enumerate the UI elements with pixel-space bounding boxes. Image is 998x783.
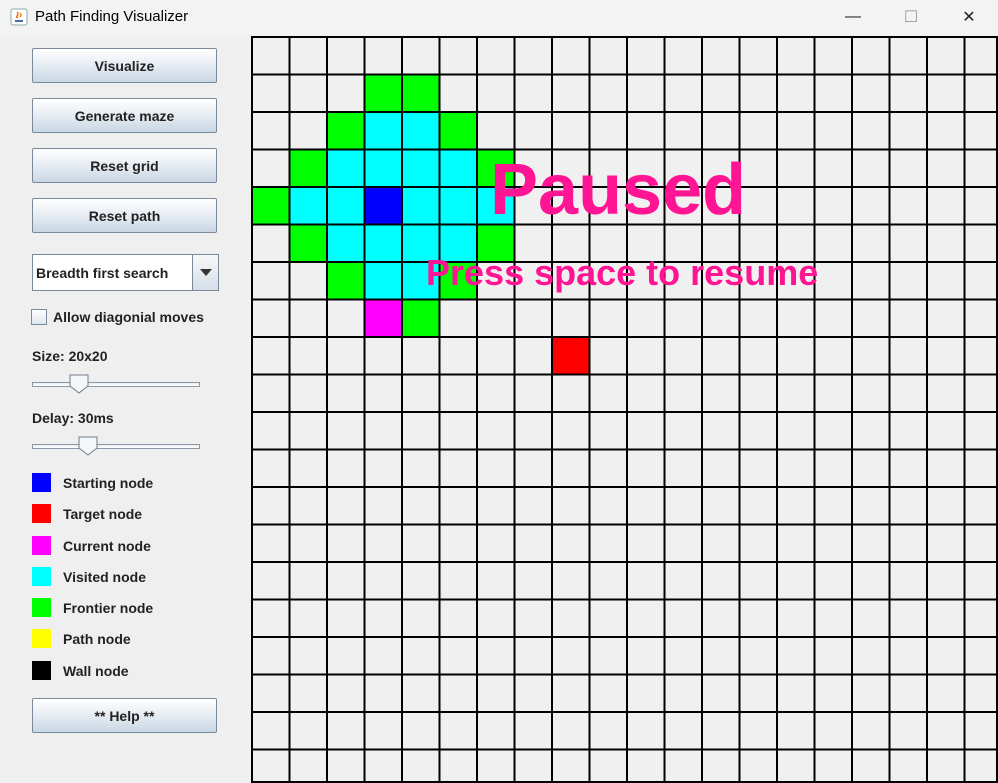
visited-cell[interactable] <box>363 261 402 299</box>
reset-grid-button[interactable]: Reset grid <box>32 148 217 183</box>
size-label: Size: 20x20 <box>32 348 108 364</box>
delay-slider-track[interactable] <box>32 444 200 449</box>
maximize-icon: ☐ <box>903 9 919 26</box>
visited-cell[interactable] <box>326 148 364 187</box>
legend-target-node: Target node <box>32 504 142 523</box>
frontier-cell[interactable] <box>438 111 477 149</box>
visited-cell[interactable] <box>288 186 327 224</box>
size-slider-thumb[interactable] <box>69 374 89 394</box>
legend-label: Current node <box>63 537 151 554</box>
allow-diagonal-checkbox-row[interactable]: Allow diagonial moves <box>31 309 204 325</box>
dropdown-arrow-icon[interactable] <box>192 255 218 290</box>
algorithm-selected-value: Breadth first search <box>36 264 169 281</box>
legend-label: Starting node <box>63 474 154 491</box>
frontier-cell[interactable] <box>363 73 402 112</box>
grid-canvas[interactable]: Paused Press space to resume <box>251 36 998 783</box>
visited-cell[interactable] <box>363 223 402 262</box>
legend-wall-node: Wall node <box>32 661 129 680</box>
legend-label: Target node <box>63 505 143 522</box>
allow-diagonal-checkbox[interactable] <box>31 309 47 325</box>
visited-cell[interactable] <box>326 223 364 262</box>
allow-diagonal-label: Allow diagonial moves <box>53 309 204 325</box>
frontier-cell[interactable] <box>401 73 439 112</box>
start-cell[interactable] <box>363 186 402 224</box>
visualize-button[interactable]: Visualize <box>32 48 217 83</box>
frontier-cell[interactable] <box>326 261 364 299</box>
close-icon: ✕ <box>962 9 976 26</box>
size-slider-track[interactable] <box>32 382 200 387</box>
reset-path-button[interactable]: Reset path <box>32 198 217 233</box>
legend-swatch <box>32 661 51 680</box>
visited-cell[interactable] <box>401 186 439 224</box>
visited-cell[interactable] <box>363 111 402 149</box>
legend-swatch <box>32 504 51 523</box>
legend-path-node: Path node <box>32 629 131 648</box>
target-cell[interactable] <box>551 336 589 374</box>
algorithm-dropdown[interactable]: Breadth first search <box>32 254 219 291</box>
paused-overlay-hint: Press space to resume <box>426 252 819 293</box>
generate-maze-button[interactable]: Generate maze <box>32 98 217 133</box>
legend-swatch <box>32 598 51 617</box>
visited-cell[interactable] <box>438 186 477 224</box>
legend-swatch <box>32 536 51 555</box>
window-title: Path Finding Visualizer <box>35 8 189 25</box>
title-bar: Path Finding Visualizer — ☐ ✕ <box>0 0 998 36</box>
delay-label: Delay: 30ms <box>32 410 114 426</box>
visited-cell[interactable] <box>326 186 364 224</box>
minimize-icon: — <box>845 8 861 25</box>
legend-label: Path node <box>63 630 131 647</box>
legend-swatch <box>32 567 51 586</box>
maximize-button[interactable]: ☐ <box>888 0 934 34</box>
frontier-cell[interactable] <box>401 298 439 337</box>
paused-overlay-title: Paused <box>490 150 747 230</box>
visited-cell[interactable] <box>401 148 439 187</box>
legend-swatch <box>32 473 51 492</box>
legend-label: Visited node <box>63 568 146 585</box>
delay-slider[interactable] <box>32 436 200 456</box>
delay-slider-thumb[interactable] <box>78 436 98 456</box>
minimize-button[interactable]: — <box>830 0 876 34</box>
frontier-cell[interactable] <box>288 148 327 187</box>
visited-cell[interactable] <box>438 148 477 187</box>
visited-cell[interactable] <box>401 111 439 149</box>
legend-label: Frontier node <box>63 599 154 616</box>
frontier-cell[interactable] <box>326 111 364 149</box>
frontier-cell[interactable] <box>251 186 289 224</box>
visited-cell[interactable] <box>363 148 402 187</box>
legend-swatch <box>32 629 51 648</box>
java-app-icon <box>10 8 28 26</box>
legend-starting-node: Starting node <box>32 473 153 492</box>
grid[interactable] <box>251 36 998 783</box>
size-slider[interactable] <box>32 374 200 394</box>
legend-current-node: Current node <box>32 536 151 555</box>
legend-frontier-node: Frontier node <box>32 598 153 617</box>
frontier-cell[interactable] <box>288 223 327 262</box>
legend-visited-node: Visited node <box>32 567 146 586</box>
close-button[interactable]: ✕ <box>946 0 992 34</box>
current-cell[interactable] <box>363 298 402 337</box>
legend-label: Wall node <box>63 662 129 679</box>
help-button[interactable]: ** Help ** <box>32 698 217 733</box>
